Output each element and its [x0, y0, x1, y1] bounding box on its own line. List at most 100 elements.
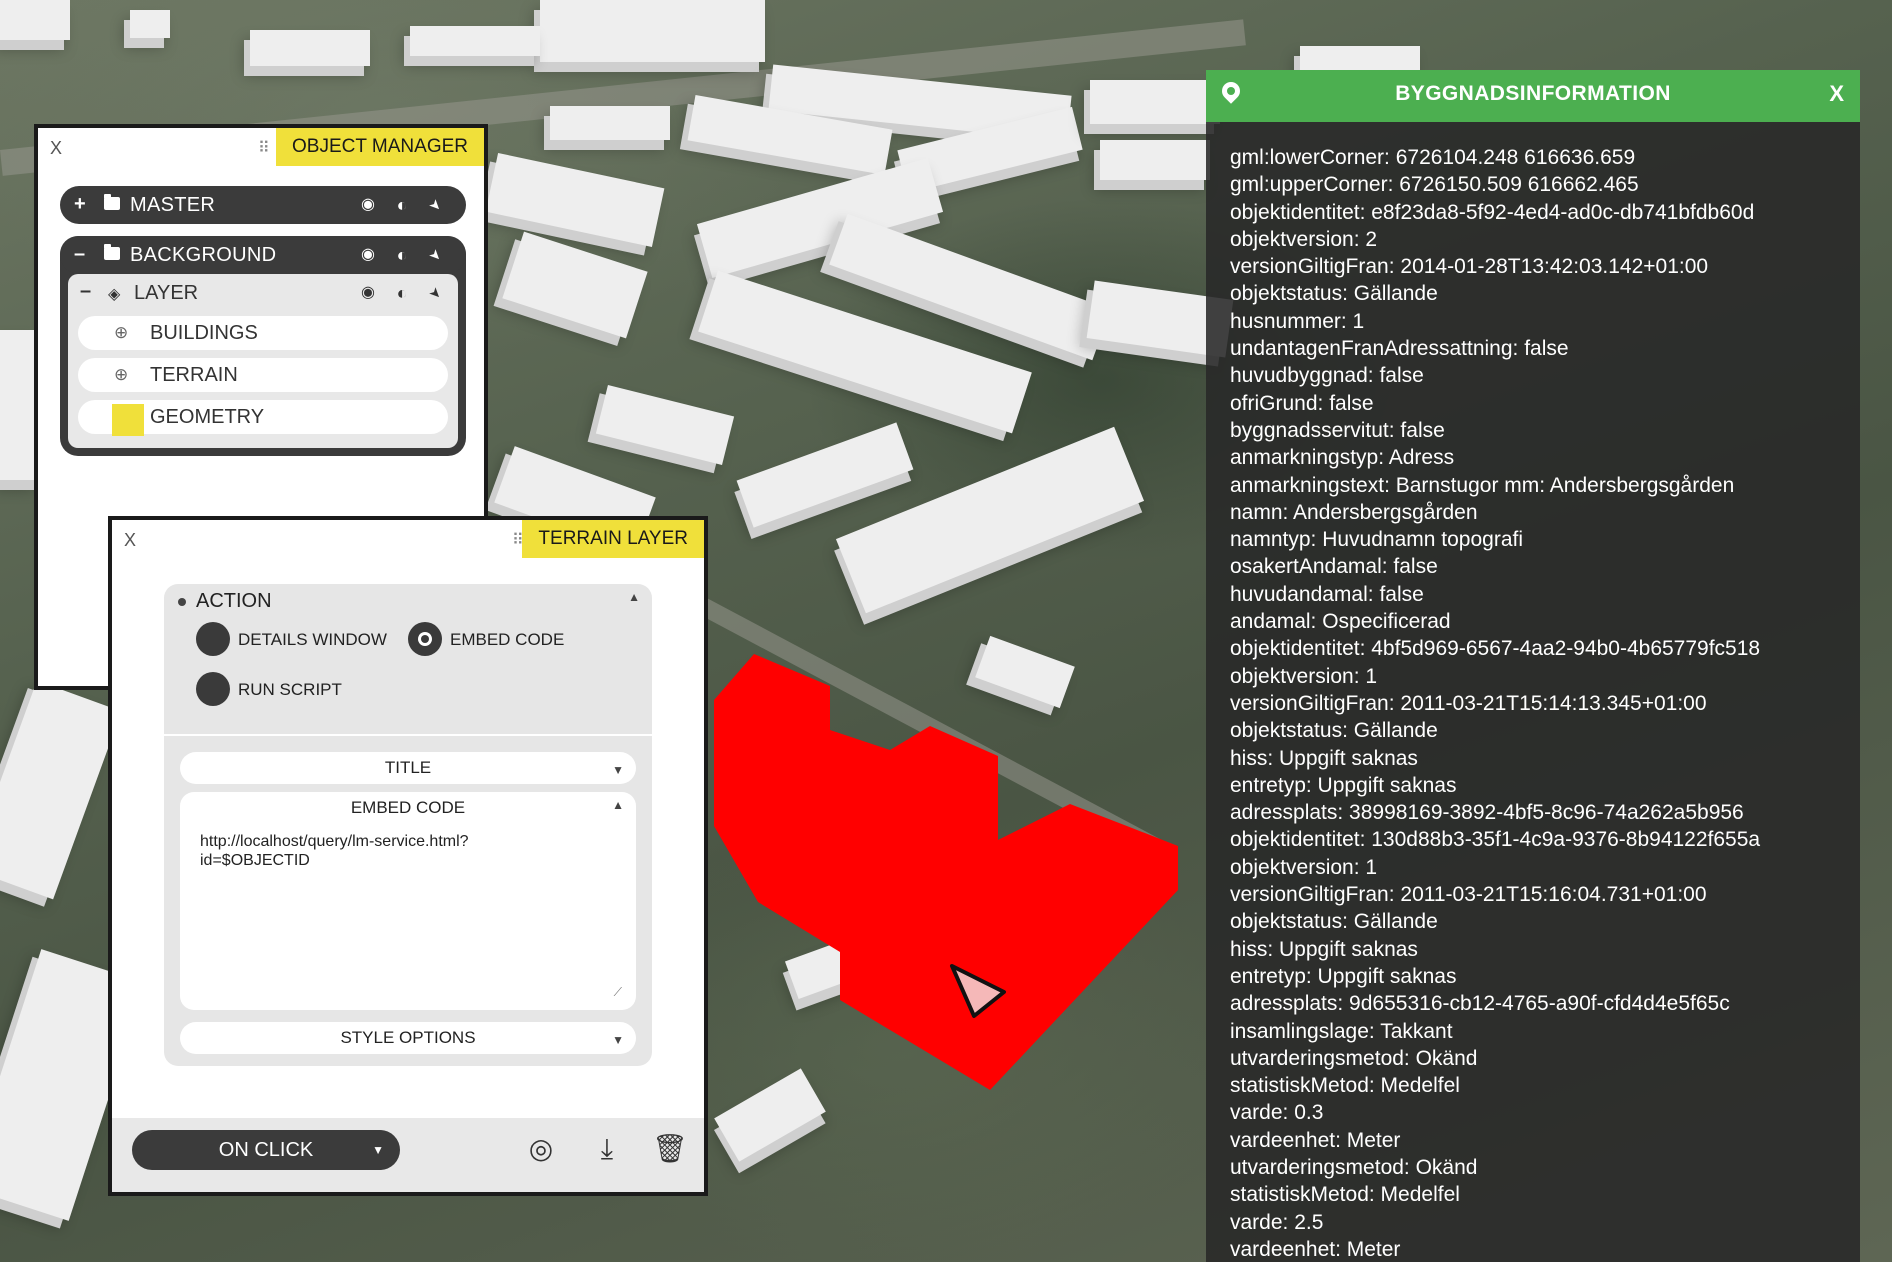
attribute-line: objektstatus: Gällande	[1230, 282, 1438, 306]
tree-item-layer[interactable]: – ◈ LAYER	[68, 274, 458, 312]
attribute-line: huvudandamal: false	[1230, 582, 1424, 606]
contrast-icon[interactable]	[392, 245, 412, 265]
tree-item-label: BACKGROUND	[130, 244, 277, 266]
tree-item-master[interactable]: + MASTER	[60, 186, 466, 224]
close-button[interactable]: X	[1829, 81, 1844, 107]
attribute-line: objektstatus: Gällande	[1230, 719, 1438, 743]
attribute-line: osakertAndamal: false	[1230, 555, 1438, 579]
section-title: ACTION	[196, 590, 272, 612]
eye-icon[interactable]	[358, 195, 378, 215]
eye-icon[interactable]	[358, 283, 378, 303]
contrast-icon[interactable]	[392, 283, 412, 303]
tree-item-terrain[interactable]: ⊕ TERRAIN	[78, 358, 448, 392]
bullet-icon	[178, 598, 186, 606]
terrain-layer-panel: X ⠿ TERRAIN LAYER ACTION ▲ DETAILS WINDO…	[108, 516, 708, 1196]
building-info-panel: BYGGNADSINFORMATION X gml:lowerCorner: 6…	[1206, 70, 1860, 1262]
chevron-up-icon[interactable]: ▲	[612, 798, 624, 812]
panel-header[interactable]: X ⠿ OBJECT MANAGER	[38, 128, 484, 168]
mouse-cursor-icon	[950, 964, 1006, 1018]
pointer-icon[interactable]	[426, 283, 446, 303]
radio-label: EMBED CODE	[450, 630, 565, 649]
attribute-line: gml:lowerCorner: 6726104.248 616636.659	[1230, 146, 1636, 169]
building[interactable]	[250, 30, 370, 66]
select-value: ON CLICK	[218, 1139, 314, 1161]
building[interactable]	[0, 0, 70, 40]
panel-footer: ON CLICK ▼ ◎ ⤓ 🗑	[112, 1118, 704, 1192]
drag-handle-icon[interactable]: ⠿	[258, 138, 270, 158]
locate-icon[interactable]: ◎	[524, 1132, 558, 1166]
panel-header[interactable]: X ⠿ TERRAIN LAYER	[112, 520, 704, 560]
attribute-line: versionGiltigFran: 2011-03-21T15:16:04.7…	[1230, 883, 1707, 907]
pointer-icon[interactable]	[426, 245, 446, 265]
drag-handle-icon[interactable]: ⠿	[512, 530, 524, 550]
details-section: TITLE ▼ EMBED CODE ▲ ⟋ STYLE OPTIONS ▼	[164, 736, 652, 1066]
title-dropdown[interactable]: TITLE ▼	[180, 752, 636, 784]
close-button[interactable]: X	[50, 138, 62, 159]
pointer-icon[interactable]	[426, 195, 446, 215]
panel-title: OBJECT MANAGER	[276, 128, 484, 166]
eye-icon[interactable]	[358, 245, 378, 265]
building[interactable]	[1090, 80, 1220, 124]
building[interactable]	[595, 385, 735, 465]
building[interactable]	[502, 231, 648, 339]
chevron-up-icon[interactable]: ▲	[628, 590, 640, 604]
building[interactable]	[1100, 140, 1210, 180]
tree-item-buildings[interactable]: ⊕ BUILDINGS	[78, 316, 448, 350]
embed-code-section: EMBED CODE ▲ ⟋	[180, 792, 636, 1010]
panel-header[interactable]: BYGGNADSINFORMATION X	[1206, 70, 1860, 122]
tree-item-background[interactable]: – BACKGROUND	[60, 236, 466, 274]
radio-button[interactable]	[408, 622, 442, 656]
building[interactable]	[540, 0, 765, 62]
globe-icon: ⊕	[114, 323, 129, 342]
tree-item-geometry[interactable]: GEOMETRY	[78, 400, 448, 436]
close-button[interactable]: X	[124, 530, 136, 551]
building[interactable]	[736, 422, 914, 528]
trigger-select[interactable]: ON CLICK ▼	[132, 1130, 400, 1170]
attribute-line: adressplats: 38998169-3892-4bf5-8c96-74a…	[1230, 801, 1744, 825]
building[interactable]	[410, 26, 540, 56]
attribute-line: versionGiltigFran: 2014-01-28T13:42:03.1…	[1230, 255, 1709, 279]
attribute-line: ofriGrund: false	[1230, 391, 1374, 415]
selected-building[interactable]	[700, 640, 1190, 1100]
embed-code-input[interactable]	[198, 830, 622, 1002]
attribute-line: vardeenhet: Meter	[1230, 1237, 1401, 1261]
collapse-icon[interactable]: –	[74, 243, 88, 265]
collapse-icon[interactable]: –	[80, 280, 91, 303]
folder-icon	[104, 194, 120, 210]
attribute-line: varde: 2.5	[1230, 1210, 1324, 1234]
attribute-line: objektversion: 1	[1230, 855, 1378, 879]
tree-item-label: LAYER	[134, 282, 199, 304]
section-title: EMBED CODE	[350, 798, 466, 817]
attribute-line: hiss: Uppgift saknas	[1230, 937, 1418, 961]
attribute-line: hiss: Uppgift saknas	[1230, 746, 1418, 770]
attribute-line: andamal: Ospecificerad	[1230, 610, 1451, 634]
attribute-line: objektidentitet: e8f23da8-5f92-4ed4-ad0c…	[1230, 200, 1755, 224]
color-swatch[interactable]	[112, 404, 144, 436]
building[interactable]	[0, 680, 122, 900]
attribute-line: anmarkningstext: Barnstugor mm: Andersbe…	[1230, 473, 1735, 497]
building[interactable]	[550, 106, 670, 140]
attribute-line: utvarderingsmetod: Okänd	[1230, 1155, 1478, 1179]
attribute-line: entretyp: Uppgift saknas	[1230, 773, 1457, 797]
attribute-line: utvarderingsmetod: Okänd	[1230, 1046, 1478, 1070]
attribute-line: namntyp: Huvudnamn topografi	[1230, 528, 1524, 552]
attribute-line: byggnadsservitut: false	[1230, 418, 1445, 442]
radio-button[interactable]	[196, 672, 230, 706]
attribute-line: objektstatus: Gällande	[1230, 910, 1438, 934]
building[interactable]	[130, 10, 170, 38]
dropdown-label: STYLE OPTIONS	[340, 1028, 476, 1047]
building[interactable]	[485, 152, 665, 248]
contrast-icon[interactable]	[392, 195, 412, 215]
attribute-line: entretyp: Uppgift saknas	[1230, 964, 1457, 988]
expand-icon[interactable]: +	[74, 193, 88, 215]
radio-button[interactable]	[196, 622, 230, 656]
trash-icon[interactable]: 🗑	[652, 1132, 688, 1166]
chevron-down-icon: ▼	[612, 763, 624, 777]
style-options-dropdown[interactable]: STYLE OPTIONS ▼	[180, 1022, 636, 1054]
attribute-line: objektidentitet: 4bf5d969-6567-4aa2-94b0…	[1230, 637, 1761, 661]
radio-label: RUN SCRIPT	[238, 680, 342, 699]
attribute-line: adressplats: 9d655316-cb12-4765-a90f-cfd…	[1230, 992, 1730, 1016]
attribute-line: varde: 0.3	[1230, 1101, 1324, 1125]
download-icon[interactable]: ⤓	[590, 1132, 624, 1166]
resize-handle-icon[interactable]: ⟋	[614, 985, 622, 1000]
